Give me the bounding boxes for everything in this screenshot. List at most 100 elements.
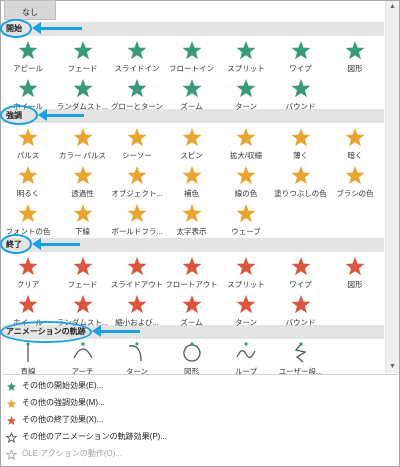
exit-effect-9[interactable]: 縮小および... bbox=[111, 291, 163, 331]
scroll-up-icon[interactable]: ▲ bbox=[386, 1, 399, 13]
motion-effect-label: アーチ bbox=[71, 367, 94, 376]
menu-item-0[interactable]: その他の開始効果(E)... bbox=[2, 378, 382, 394]
emphasis-effect-label: 補色 bbox=[184, 189, 199, 198]
exit-effect-1[interactable]: フェード bbox=[57, 253, 109, 293]
entrance-effect-label: ズーム bbox=[180, 102, 203, 111]
star-icon bbox=[73, 166, 92, 185]
emphasis-effect-label: シーソー bbox=[122, 151, 152, 160]
star-icon bbox=[182, 295, 201, 314]
star-icon bbox=[127, 166, 147, 185]
entrance-effect-2[interactable]: スライドイン bbox=[111, 37, 163, 77]
exit-effect-2[interactable]: スライドアウト bbox=[111, 253, 163, 293]
exit-effect-label: フロートアウト bbox=[165, 280, 218, 289]
entrance-effect-8[interactable]: ランダムスト... bbox=[57, 75, 109, 115]
emphasis-effect-11[interactable]: 線の色 bbox=[220, 162, 272, 202]
menu-separator bbox=[2, 374, 398, 375]
emphasis-effect-0[interactable]: パルス bbox=[2, 124, 54, 164]
entrance-effect-6[interactable]: 図形 bbox=[329, 37, 381, 77]
motion-effect-label: 図形 bbox=[184, 367, 199, 376]
emphasis-effect-label: ボールドフラ... bbox=[111, 227, 163, 236]
emphasis-effect-5[interactable]: 薄く bbox=[275, 124, 327, 164]
entrance-effect-12[interactable]: バウンド bbox=[275, 75, 327, 115]
exit-effect-label: フェード bbox=[67, 280, 98, 289]
exit-effect-6[interactable]: 図形 bbox=[329, 253, 381, 293]
entrance-effect-label: スライドイン bbox=[114, 64, 160, 73]
entrance-effect-11[interactable]: ターン bbox=[220, 75, 272, 115]
entrance-effect-10[interactable]: ズーム bbox=[166, 75, 218, 115]
entrance-effect-9[interactable]: グローとターン bbox=[111, 75, 163, 115]
scroll-down-icon[interactable]: ▼ bbox=[386, 361, 399, 373]
entrance-effect-label: ターン bbox=[234, 102, 258, 111]
emphasis-effect-17[interactable]: 太字表示 bbox=[166, 200, 218, 240]
menu-item-4: OLE アクションの動作(O)... bbox=[2, 446, 382, 462]
star-icon bbox=[127, 295, 147, 314]
exit-effect-12[interactable]: バウンド bbox=[275, 291, 327, 331]
motion-effect-label: ユーザー設... bbox=[278, 367, 323, 376]
emphasis-effect-18[interactable]: ウェーブ bbox=[220, 200, 272, 240]
star-icon bbox=[73, 295, 92, 314]
entrance-effect-5[interactable]: ワイプ bbox=[275, 37, 327, 77]
emphasis-effect-label: ウェーブ bbox=[231, 227, 261, 236]
emphasis-effect-3[interactable]: スピン bbox=[166, 124, 218, 164]
star-icon bbox=[73, 204, 92, 223]
entrance-effect-4[interactable]: スプリット bbox=[220, 37, 272, 77]
star-icon bbox=[73, 128, 92, 147]
emphasis-effect-9[interactable]: オブジェクト... bbox=[111, 162, 163, 202]
exit-effect-label: 図形 bbox=[347, 280, 363, 289]
emphasis-effect-label: スピン bbox=[180, 151, 203, 160]
star-icon bbox=[182, 204, 201, 223]
exit-effect-label: 縮小および... bbox=[115, 318, 159, 327]
emphasis-effect-label: オブジェクト... bbox=[111, 189, 163, 198]
entrance-effect-3[interactable]: フロートイン bbox=[166, 37, 218, 77]
star-icon bbox=[73, 41, 92, 60]
emphasis-effect-1[interactable]: カラー パルス bbox=[57, 124, 109, 164]
menu-item-3[interactable]: その他のアニメーションの軌跡効果(P)... bbox=[2, 429, 382, 445]
motion-effect-label: ターン bbox=[125, 367, 149, 376]
star-icon bbox=[345, 257, 365, 276]
exit-effect-4[interactable]: スプリット bbox=[220, 253, 272, 293]
star-icon bbox=[345, 166, 365, 185]
exit-effect-7[interactable]: ホイール bbox=[2, 291, 54, 331]
exit-effect-label: ランダムスト... bbox=[56, 318, 109, 327]
exit-effect-label: クリア bbox=[16, 280, 40, 289]
menu-item-1[interactable]: その他の強調効果(M)... bbox=[2, 395, 382, 411]
emphasis-effect-13[interactable]: ブラシの色 bbox=[329, 162, 381, 202]
emphasis-effect-2[interactable]: シーソー bbox=[111, 124, 163, 164]
menu-item-2[interactable]: その他の終了効果(X)... bbox=[2, 412, 382, 428]
emphasis-effect-4[interactable]: 拡大/収縮 bbox=[220, 124, 272, 164]
exit-effect-10[interactable]: ズーム bbox=[166, 291, 218, 331]
star-icon bbox=[182, 128, 201, 147]
entrance-effect-1[interactable]: フェード bbox=[57, 37, 109, 77]
emphasis-effect-16[interactable]: ボールドフラ... bbox=[111, 200, 163, 240]
exit-effect-label: ターン bbox=[234, 318, 258, 327]
star-icon bbox=[18, 257, 38, 276]
exit-effect-5[interactable]: ワイプ bbox=[275, 253, 327, 293]
none-effect-button[interactable]: なし bbox=[4, 0, 56, 20]
star-icon bbox=[18, 166, 38, 185]
exit-effect-3[interactable]: フロートアウト bbox=[165, 253, 218, 293]
exit-effect-label: スプリット bbox=[227, 280, 265, 289]
emphasis-effect-10[interactable]: 補色 bbox=[166, 162, 218, 202]
emphasis-effect-label: 拡大/収縮 bbox=[229, 151, 263, 160]
emphasis-effect-7[interactable]: 明るく bbox=[2, 162, 54, 202]
entrance-effect-7[interactable]: ホイール bbox=[2, 75, 54, 115]
star-icon bbox=[345, 128, 365, 147]
star-icon bbox=[18, 41, 38, 60]
star-icon bbox=[182, 79, 201, 98]
exit-effect-0[interactable]: クリア bbox=[2, 253, 54, 293]
exit-effect-8[interactable]: ランダムスト... bbox=[57, 291, 109, 331]
entrance-effect-label: フェード bbox=[67, 64, 98, 73]
motion-path-icon bbox=[294, 342, 307, 363]
emphasis-effect-15[interactable]: 下線 bbox=[57, 200, 109, 240]
emphasis-effect-12[interactable]: 塗りつぶしの色 bbox=[274, 162, 327, 202]
emphasis-effect-6[interactable]: 暗く bbox=[329, 124, 381, 164]
emphasis-effect-14[interactable]: フォントの色 bbox=[2, 200, 54, 240]
emphasis-effect-8[interactable]: 透過性 bbox=[57, 162, 109, 202]
emphasis-effect-label: カラー パルス bbox=[58, 151, 107, 160]
entrance-effect-0[interactable]: アピール bbox=[2, 37, 54, 77]
exit-effect-11[interactable]: ターン bbox=[220, 291, 272, 331]
star-icon bbox=[236, 166, 256, 185]
star-icon bbox=[18, 128, 38, 147]
star-icon bbox=[236, 41, 256, 60]
vertical-scrollbar[interactable]: ▲ ▼ bbox=[385, 1, 399, 373]
